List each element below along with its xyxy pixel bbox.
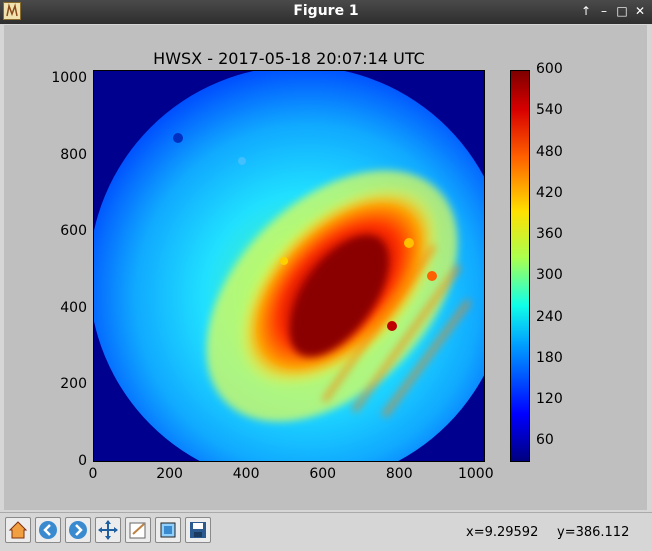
colorbar-tick-label: 540 bbox=[536, 102, 563, 119]
forward-button[interactable] bbox=[65, 517, 91, 543]
pan-icon bbox=[98, 520, 118, 540]
navigation-toolbar: x=9.29592 y=386.112 bbox=[0, 512, 652, 551]
y-tick-label: 800 bbox=[60, 146, 87, 163]
x-tick-label: 0 bbox=[88, 466, 98, 482]
save-button[interactable] bbox=[185, 517, 211, 543]
colorbar-tick-label: 240 bbox=[536, 308, 563, 325]
x-tick-label: 600 bbox=[309, 466, 337, 482]
y-tick-label: 400 bbox=[60, 299, 87, 316]
home-button[interactable] bbox=[5, 517, 31, 543]
colorbar-tick-label: 300 bbox=[536, 267, 563, 284]
close-button[interactable]: ✕ bbox=[632, 3, 648, 19]
colorbar-tick-label: 420 bbox=[536, 184, 563, 201]
x-tick-label: 200 bbox=[156, 466, 183, 482]
wavefront-heatmap bbox=[94, 71, 484, 461]
cursor-y-readout: y=386.112 bbox=[557, 525, 630, 540]
home-icon bbox=[8, 521, 28, 539]
y-tick-label: 200 bbox=[60, 376, 87, 393]
configure-button[interactable] bbox=[125, 517, 151, 543]
window-titlebar: Figure 1 ↑ – □ ✕ bbox=[0, 0, 652, 24]
x-tick-label: 400 bbox=[232, 466, 260, 482]
subplots-button[interactable] bbox=[155, 517, 181, 543]
cursor-x-readout: x=9.29592 bbox=[466, 525, 539, 540]
minimize-button[interactable]: – bbox=[596, 3, 612, 19]
forward-icon bbox=[69, 521, 87, 539]
window-title: Figure 1 bbox=[293, 3, 359, 19]
image-axes[interactable] bbox=[93, 70, 485, 462]
figure-canvas[interactable]: HWSX - 2017-05-18 20:07:14 UTC 0 200 400… bbox=[4, 25, 647, 510]
maximize-button[interactable]: □ bbox=[614, 3, 630, 19]
x-tick-label: 800 bbox=[385, 466, 413, 482]
colorbar-tick-label: 480 bbox=[536, 143, 563, 160]
colorbar-tick-label: 360 bbox=[536, 226, 563, 243]
colorbar bbox=[510, 70, 530, 462]
colorbar-tick-label: 180 bbox=[536, 349, 563, 366]
colorbar-tick-label: 600 bbox=[536, 61, 563, 77]
colorbar-tick-label: 120 bbox=[536, 391, 563, 408]
pin-icon[interactable]: ↑ bbox=[578, 3, 594, 19]
y-tick-label: 0 bbox=[78, 453, 87, 469]
subplots-icon bbox=[160, 522, 176, 538]
y-tick-label: 600 bbox=[60, 223, 87, 240]
plot-title: HWSX - 2017-05-18 20:07:14 UTC bbox=[153, 49, 425, 68]
back-button[interactable] bbox=[35, 517, 61, 543]
configure-icon bbox=[129, 522, 146, 539]
x-tick-label: 1000 bbox=[457, 466, 494, 482]
y-tick-label: 1000 bbox=[51, 70, 87, 87]
colorbar-tick-label: 60 bbox=[536, 432, 554, 449]
back-icon bbox=[39, 521, 57, 539]
save-icon bbox=[190, 522, 206, 538]
pan-button[interactable] bbox=[95, 517, 121, 543]
